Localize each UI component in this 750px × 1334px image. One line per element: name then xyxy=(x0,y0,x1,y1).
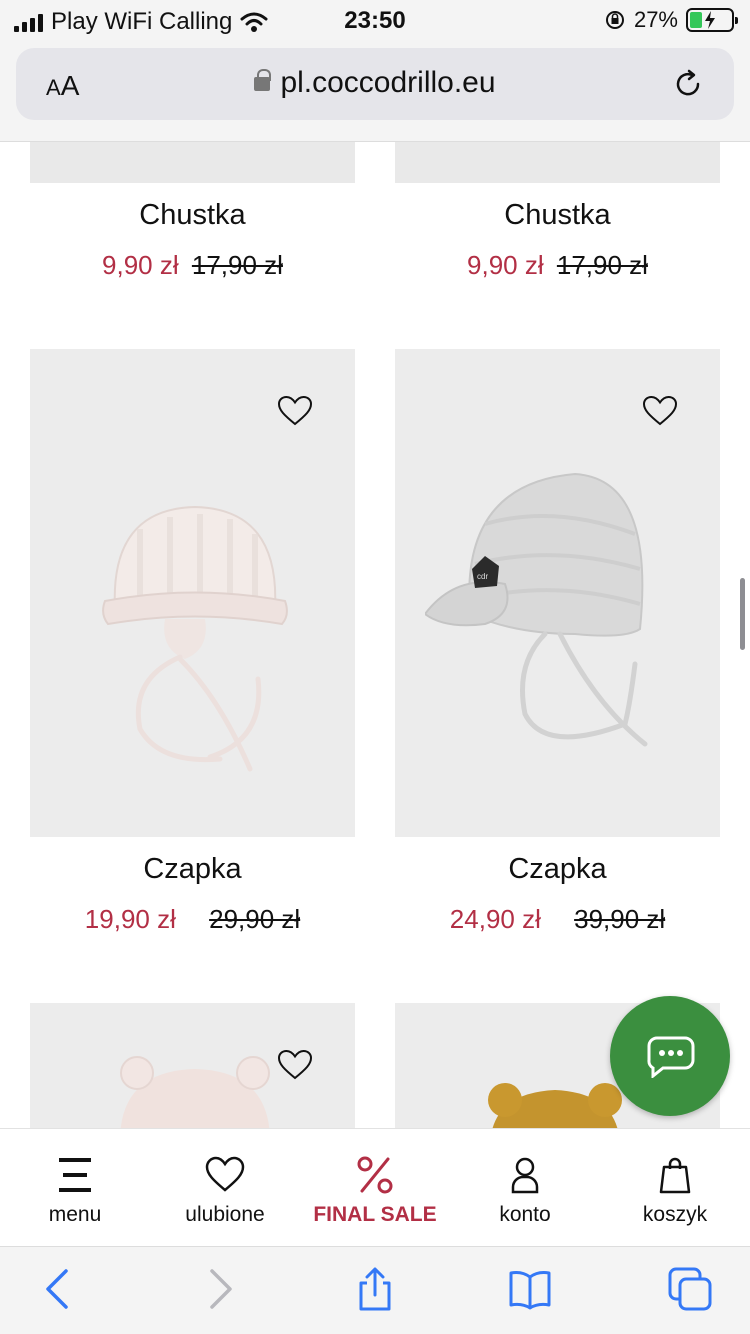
url-text: pl.coccodrillo.eu xyxy=(280,66,496,99)
product-image[interactable] xyxy=(30,142,355,183)
product-grid: Chustka 9,90 zł 17,90 zł Chustka 9,90 zł… xyxy=(0,142,750,1128)
pink-bear-hat-image xyxy=(120,1056,270,1128)
battery-percent: 27% xyxy=(633,7,678,32)
old-price: 29,90 zł xyxy=(209,904,301,934)
forward-icon[interactable] xyxy=(198,1267,242,1311)
product-image[interactable] xyxy=(30,349,355,837)
nav-label: FINAL SALE xyxy=(313,1203,437,1226)
nav-label: konto xyxy=(499,1203,551,1226)
product-card[interactable]: Chustka 9,90 zł 17,90 zł xyxy=(395,142,720,281)
product-prices: 19,90 zł 29,90 zł xyxy=(30,904,355,935)
menu-icon xyxy=(59,1158,91,1192)
url-display[interactable]: pl.coccodrillo.eu xyxy=(16,66,734,100)
product-prices: 9,90 zł 17,90 zł xyxy=(395,250,720,281)
product-image[interactable] xyxy=(395,142,720,183)
product-prices: 9,90 zł 17,90 zł xyxy=(30,250,355,281)
reload-icon[interactable] xyxy=(670,66,706,102)
mustard-bear-hat-image xyxy=(488,1083,622,1128)
product-image[interactable] xyxy=(30,1003,355,1128)
chat-button[interactable] xyxy=(610,996,730,1116)
product-name[interactable]: Czapka xyxy=(30,853,355,886)
nav-label: koszyk xyxy=(642,1203,708,1226)
product-prices: 24,90 zł 39,90 zł xyxy=(395,904,720,935)
status-bar: Play WiFi Calling 23:50 27% xyxy=(0,0,750,40)
heart-icon[interactable] xyxy=(277,395,313,427)
product-name[interactable]: Chustka xyxy=(395,199,720,232)
bottom-navigation: menu ulubione FINAL SALE konto koszyk xyxy=(0,1128,750,1246)
tabs-icon[interactable] xyxy=(668,1267,712,1311)
old-price: 17,90 zł xyxy=(191,250,283,280)
percent-icon xyxy=(357,1156,393,1194)
grey-hat-image: cdr xyxy=(425,472,648,747)
nav-cart[interactable]: koszyk xyxy=(600,1129,750,1246)
product-card[interactable]: Chustka 9,90 zł 17,90 zł xyxy=(30,142,355,281)
product-name[interactable]: Chustka xyxy=(30,199,355,232)
svg-text:cdr: cdr xyxy=(477,572,488,581)
nav-favorites[interactable]: ulubione xyxy=(150,1129,300,1246)
sale-price: 24,90 zł xyxy=(449,904,541,934)
shopping-bag-icon xyxy=(659,1157,691,1194)
rotation-lock-icon xyxy=(605,11,624,29)
old-price: 17,90 zł xyxy=(556,250,648,280)
nav-label: ulubione xyxy=(185,1203,265,1226)
nav-final-sale[interactable]: FINAL SALE xyxy=(300,1129,450,1246)
status-right: 27% xyxy=(604,7,738,33)
nav-label: menu xyxy=(48,1203,102,1226)
product-card[interactable] xyxy=(30,1003,355,1128)
pink-hat-image xyxy=(102,505,288,772)
chat-bubble-icon xyxy=(647,1036,695,1078)
share-icon[interactable] xyxy=(353,1267,397,1311)
product-card[interactable]: cdr Czapka 24,90 zł 39,90 zł xyxy=(395,349,720,935)
product-card[interactable]: Czapka 19,90 zł 29,90 zł xyxy=(30,349,355,935)
lock-icon xyxy=(254,69,272,91)
browser-toolbar xyxy=(0,1246,750,1334)
browser-address-area: AA pl.coccodrillo.eu xyxy=(0,40,750,142)
sale-price: 9,90 zł xyxy=(102,250,179,280)
bookmarks-icon[interactable] xyxy=(508,1267,552,1311)
product-name[interactable]: Czapka xyxy=(395,853,720,886)
sale-price: 9,90 zł xyxy=(467,250,544,280)
heart-icon[interactable] xyxy=(642,395,678,427)
old-price: 39,90 zł xyxy=(574,904,666,934)
sale-price: 19,90 zł xyxy=(84,904,176,934)
url-bar[interactable]: AA pl.coccodrillo.eu xyxy=(16,48,734,120)
product-image[interactable]: cdr xyxy=(395,349,720,837)
heart-icon xyxy=(205,1156,245,1192)
heart-icon[interactable] xyxy=(277,1049,313,1081)
nav-menu[interactable]: menu xyxy=(0,1129,150,1246)
battery-icon xyxy=(686,8,738,32)
back-icon[interactable] xyxy=(36,1267,80,1311)
scroll-indicator[interactable] xyxy=(740,578,745,650)
nav-account[interactable]: konto xyxy=(450,1129,600,1246)
user-icon xyxy=(511,1157,539,1194)
